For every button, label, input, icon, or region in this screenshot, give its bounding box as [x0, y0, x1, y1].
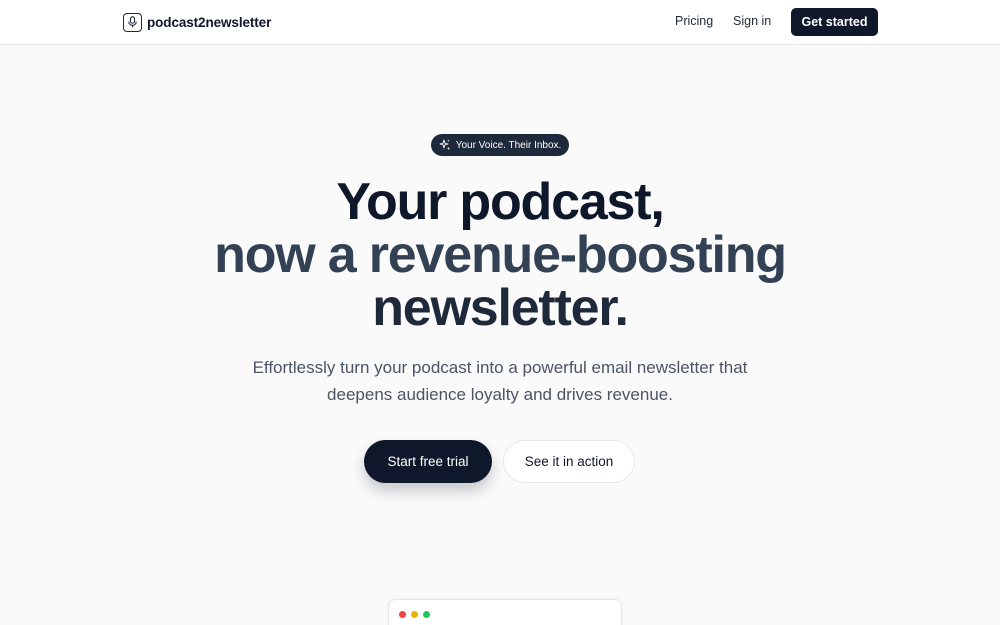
nav-sign-in-link[interactable]: Sign in — [733, 14, 771, 28]
headline-line-3: newsletter. — [372, 279, 629, 337]
landing-page: podcast2newsletter Pricing Sign in Get s… — [0, 0, 1000, 625]
hero-subtitle: Effortlessly turn your podcast into a po… — [252, 358, 748, 404]
microphone-icon — [123, 12, 142, 32]
product-preview-window — [388, 599, 622, 625]
brand-name: podcast2newsletter — [147, 14, 272, 30]
sparkles-icon — [439, 139, 451, 151]
nav-pricing-link[interactable]: Pricing — [675, 14, 713, 28]
badge-text: Your Voice. Their Inbox. — [455, 139, 562, 151]
see-it-in-action-button[interactable]: See it in action — [503, 440, 635, 483]
headline-line-1: Your podcast, — [336, 173, 664, 231]
start-free-trial-button[interactable]: Start free trial — [364, 440, 492, 483]
top-nav-bar: podcast2newsletter Pricing Sign in Get s… — [0, 0, 1000, 45]
headline-line-2: now a revenue-boosting — [214, 226, 787, 284]
window-maximize-dot — [423, 611, 430, 618]
window-close-dot — [399, 611, 406, 618]
hero-headline: Your podcast, now a revenue-boosting new… — [0, 176, 1000, 335]
window-minimize-dot — [411, 611, 418, 618]
tagline-badge: Your Voice. Their Inbox. — [431, 134, 569, 156]
get-started-button[interactable]: Get started — [791, 8, 878, 36]
brand-logo-link[interactable]: podcast2newsletter — [123, 12, 271, 32]
